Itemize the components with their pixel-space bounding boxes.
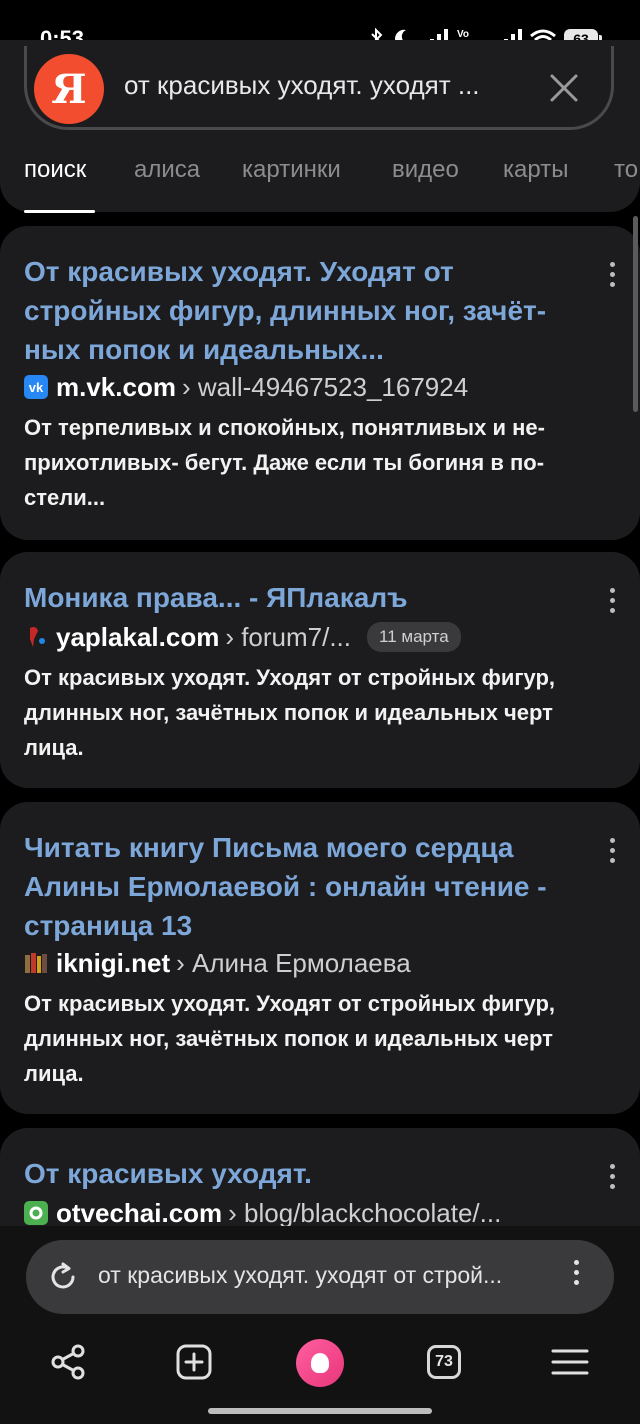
result-path: › forum7/... bbox=[225, 621, 352, 652]
result-title[interactable]: От красивых уходят. bbox=[24, 1154, 590, 1193]
screen: 0:53 VoWiFi 63 Я от красивых уходят. ухо… bbox=[0, 0, 640, 1424]
more-options-icon[interactable] bbox=[608, 1164, 616, 1194]
bottom-navigation: 73 bbox=[0, 1330, 640, 1394]
result-snippet: От терпеливых и спокойных, понятливых и … bbox=[24, 415, 545, 510]
date-badge: 11 марта bbox=[367, 622, 461, 652]
more-options-icon[interactable] bbox=[608, 588, 616, 618]
search-tabs: поиск алиса картинки видео карты то bbox=[0, 150, 640, 210]
tab-video[interactable]: видео bbox=[392, 156, 459, 184]
search-result: От красивых уходят. Уходят от стройных ф… bbox=[0, 226, 640, 540]
address-text[interactable]: от красивых уходят. уходят от строй... bbox=[98, 1262, 502, 1289]
vk-icon: vk bbox=[24, 375, 48, 399]
tab-images[interactable]: картинки bbox=[242, 156, 341, 184]
share-icon[interactable] bbox=[46, 1340, 90, 1384]
result-snippet: От красивых уходят. Уходят от стройных ф… bbox=[24, 991, 556, 1086]
search-result: Моника права... - ЯПлакалъ yaplakal.com … bbox=[0, 552, 640, 788]
result-domain: otvechai.com bbox=[56, 1197, 223, 1228]
more-options-icon[interactable] bbox=[608, 262, 616, 292]
active-tab-indicator bbox=[24, 210, 95, 213]
otvechai-icon bbox=[24, 1201, 48, 1225]
yandex-logo[interactable]: Я bbox=[34, 54, 104, 124]
result-title[interactable]: Читать книгу Письма моего сердца Алины Е… bbox=[24, 828, 590, 945]
result-source[interactable]: yaplakal.com › forum7/... 11 марта bbox=[24, 620, 461, 654]
tabs-count: 73 bbox=[427, 1345, 461, 1379]
result-path: › wall-49467523_167924 bbox=[181, 371, 469, 402]
result-source[interactable]: otvechai.com › blog/blackchocolate/... bbox=[24, 1196, 501, 1230]
result-source[interactable]: iknigi.net › Алина Ермолаева bbox=[24, 946, 411, 980]
result-snippet: От красивых уходят. Уходят от стройных ф… bbox=[24, 665, 556, 760]
reload-icon[interactable] bbox=[46, 1260, 80, 1294]
menu-icon[interactable] bbox=[548, 1340, 592, 1384]
books-icon bbox=[24, 951, 48, 975]
tab-alice[interactable]: алиса bbox=[134, 156, 200, 184]
result-title[interactable]: Моника права... - ЯПлакалъ bbox=[24, 578, 590, 617]
close-icon[interactable] bbox=[546, 70, 582, 106]
search-result: Читать книгу Письма моего сердца Алины Е… bbox=[0, 802, 640, 1114]
scrollbar[interactable] bbox=[633, 216, 638, 412]
svg-text:Vo: Vo bbox=[457, 29, 469, 40]
tab-maps[interactable]: карты bbox=[503, 156, 568, 184]
result-domain: m.vk.com bbox=[56, 371, 176, 402]
home-indicator[interactable] bbox=[208, 1408, 432, 1414]
address-bar[interactable]: от красивых уходят. уходят от строй... bbox=[26, 1240, 614, 1314]
result-domain: yaplakal.com bbox=[56, 621, 220, 652]
search-query[interactable]: от красивых уходят. уходят ... bbox=[124, 70, 480, 101]
menu-dots-icon[interactable] bbox=[574, 1260, 580, 1290]
more-options-icon[interactable] bbox=[608, 838, 616, 868]
tab-search[interactable]: поиск bbox=[24, 156, 86, 184]
result-path: › Алина Ермолаева bbox=[176, 947, 411, 978]
result-path: › blog/blackchocolate/... bbox=[228, 1197, 502, 1228]
yaplakal-icon bbox=[24, 625, 48, 649]
tab-more[interactable]: то bbox=[614, 156, 638, 184]
result-domain: iknigi.net bbox=[56, 947, 171, 978]
result-source[interactable]: vk m.vk.com › wall-49467523_167924 bbox=[24, 370, 468, 404]
new-tab-icon[interactable] bbox=[172, 1340, 216, 1384]
result-title[interactable]: От красивых уходят. Уходят от стройных ф… bbox=[24, 252, 590, 369]
alice-assistant-icon[interactable] bbox=[296, 1339, 344, 1387]
tabs-button[interactable]: 73 bbox=[422, 1340, 466, 1384]
